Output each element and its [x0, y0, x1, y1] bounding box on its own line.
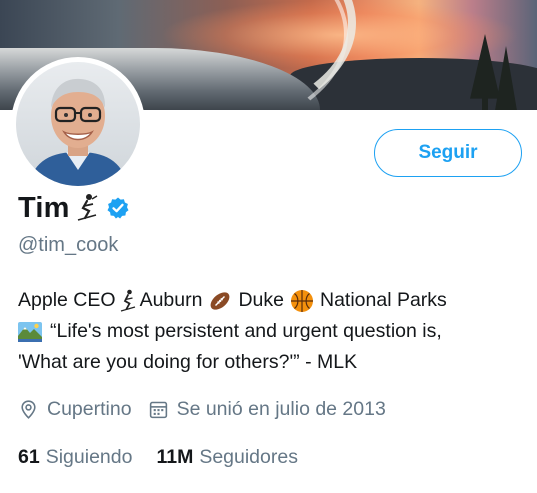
followers-link[interactable]: 11M Seguidores — [156, 446, 298, 469]
followers-label: Seguidores — [199, 445, 298, 468]
avatar[interactable] — [11, 57, 145, 191]
profile-location: Cupertino — [18, 398, 132, 421]
football-emoji-icon — [208, 289, 232, 313]
bio-text: “Life's most persistent and urgent quest… — [50, 320, 442, 342]
following-link[interactable]: 61 Siguiendo — [18, 446, 132, 469]
national-park-emoji-icon — [18, 320, 42, 344]
location-pin-icon — [21, 399, 36, 419]
avatar-photo — [16, 62, 140, 186]
profile-stats: 61 Siguiendo 11M Seguidores — [18, 444, 298, 470]
joined-text: Se unió en julio de 2013 — [176, 397, 386, 420]
basketball-emoji-icon — [290, 289, 314, 313]
profile-joined: Se unió en julio de 2013 — [148, 398, 386, 421]
bio-text: National Parks — [319, 289, 447, 311]
calendar-icon — [149, 401, 167, 418]
bio-text: Apple CEO — [18, 289, 116, 311]
bio-line: Apple CEO Auburn Duke National Parks — [18, 285, 523, 316]
skier-emoji-icon — [76, 193, 98, 223]
bio-text: 'What are you doing for others?'” - MLK — [18, 351, 358, 373]
location-text: Cupertino — [47, 397, 132, 420]
verified-badge-icon — [106, 196, 130, 220]
bio-line: “Life's most persistent and urgent quest… — [18, 316, 523, 347]
bio-text: Auburn — [139, 289, 203, 311]
profile-meta: Cupertino Se unió en julio de 2013 — [18, 396, 386, 422]
profile-handle: @tim_cook — [18, 234, 119, 256]
bio-line: 'What are you doing for others?'” - MLK — [18, 347, 523, 378]
profile-bio: Apple CEO Auburn Duke National Parks “Li… — [18, 285, 523, 378]
profile-name-row: Tim — [18, 190, 130, 226]
skier-emoji-icon — [120, 289, 136, 313]
following-label: Siguiendo — [45, 445, 133, 468]
following-count: 61 — [18, 445, 40, 468]
follow-button[interactable]: Seguir — [374, 129, 522, 177]
bio-text: Duke — [238, 289, 284, 311]
display-name: Tim — [18, 191, 70, 224]
followers-count: 11M — [156, 445, 194, 468]
